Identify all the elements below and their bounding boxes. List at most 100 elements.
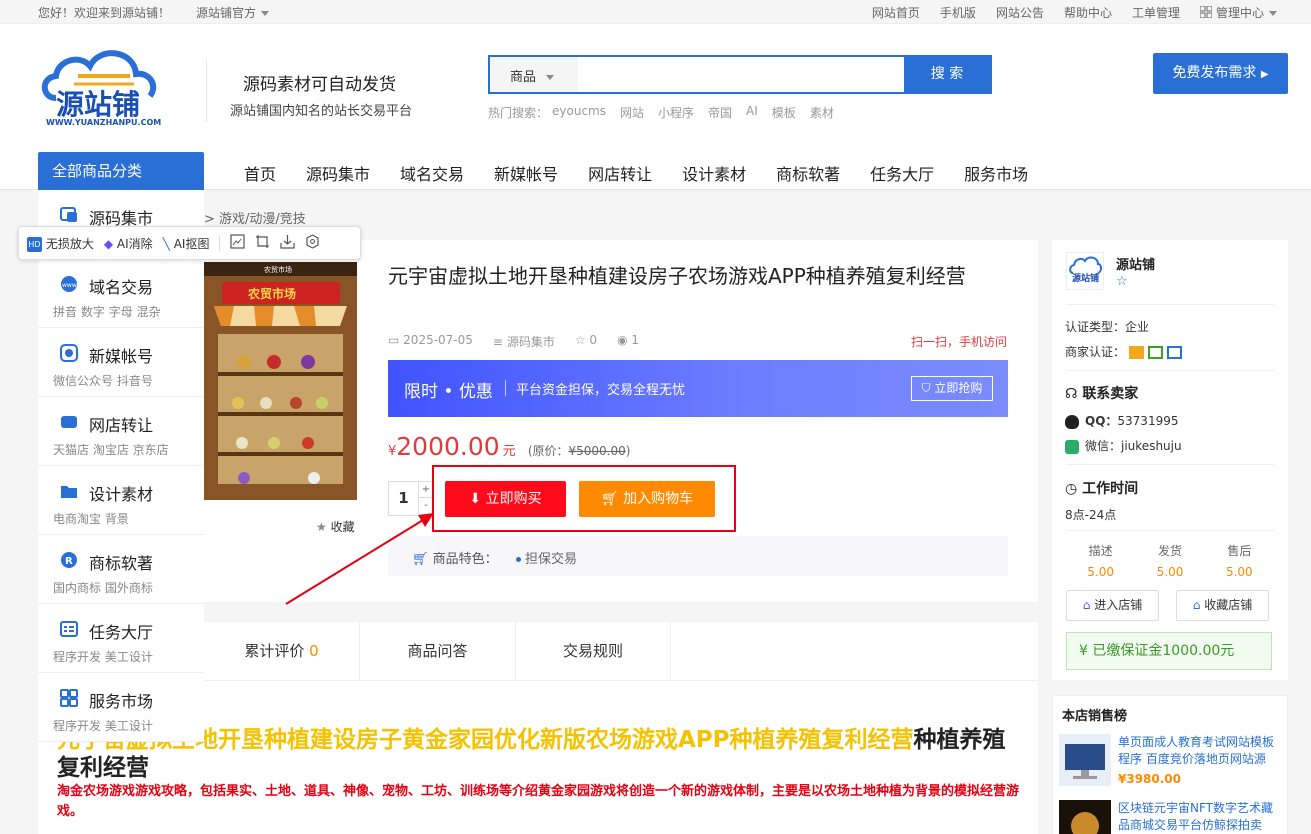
list-item[interactable]: 单页面成人教育考试网站模板程序 百度竞价落地页网站源 ¥3980.00: [1059, 734, 1283, 794]
scan-mobile-link[interactable]: 扫一扫，手机访问: [911, 333, 1007, 350]
hot-word[interactable]: 素材: [810, 104, 834, 121]
bestseller-thumbnail[interactable]: [1059, 800, 1111, 834]
top-link-mobile[interactable]: 手机版: [940, 4, 976, 21]
sidebar-item-shop-transfer[interactable]: 网店转让 天猫店 淘宝店 京东店: [38, 397, 204, 466]
settings-icon[interactable]: [305, 234, 320, 252]
top-bar: 您好！欢迎来到源站铺！ 源站铺官方 网站首页 手机版 网站公告 帮助中心 工单管…: [0, 0, 1311, 24]
hot-word[interactable]: 模板: [772, 104, 796, 121]
bestseller-thumbnail[interactable]: [1059, 734, 1111, 786]
svg-text:农贸市场: 农贸市场: [247, 286, 296, 301]
category-sidebar: 源码集市 www 域名交易 拼音 数字 字母 混杂 新媒帐号 微信公众号 抖音号…: [38, 190, 204, 742]
original-price-label: (原价：: [527, 444, 569, 458]
cert-type-value: 企业: [1125, 320, 1150, 334]
tab-reviews[interactable]: 累计评价 0: [204, 622, 360, 681]
sidebar-item-sub: 天猫店 淘宝店 京东店: [53, 443, 169, 457]
bestsellers-panel: 本店销售榜 单页面成人教育考试网站模板程序 百度竞价落地页网站源 ¥3980.0…: [1052, 695, 1288, 834]
sidebar-item-task-hall[interactable]: 任务大厅 程序开发 美工设计: [38, 604, 204, 673]
favorite-shop-button[interactable]: ⌂ 收藏店铺: [1176, 590, 1269, 621]
collect-button[interactable]: ★ 收藏: [316, 518, 355, 535]
list-item[interactable]: 区块链元宇宙NFT数字艺术藏品商城交易平台仿鲸探拍卖: [1059, 800, 1283, 834]
store-icon: ⌂: [1192, 598, 1201, 612]
hot-searches: 热门搜索： eyoucms 网站 小程序 帝国 AI 模板 素材: [488, 104, 834, 121]
sidebar-item-media-accounts[interactable]: 新媒帐号 微信公众号 抖音号: [38, 328, 204, 397]
price-row: ¥2000.00 元 (原价：¥5000.00): [388, 432, 630, 461]
enter-shop-button[interactable]: ⌂ 进入店铺: [1066, 590, 1159, 621]
crop-icon[interactable]: [255, 234, 270, 252]
all-categories-button[interactable]: 全部商品分类: [38, 152, 204, 190]
original-price-close: ): [625, 444, 631, 458]
quantity-increase[interactable]: +: [418, 482, 433, 498]
hot-word[interactable]: eyoucms: [552, 104, 606, 121]
product-image[interactable]: 农贸市场 农贸市场: [204, 262, 357, 500]
calendar-icon: ▭: [388, 333, 400, 347]
bestseller-title[interactable]: 区块链元宇宙NFT数字艺术藏品商城交易平台仿鲸探拍卖: [1118, 800, 1278, 834]
hot-word[interactable]: AI: [746, 104, 758, 121]
quantity-value[interactable]: 1: [389, 482, 418, 515]
search-input[interactable]: [578, 57, 896, 92]
nav-trademark[interactable]: 商标软著: [776, 161, 840, 185]
grid-icon: [1199, 5, 1213, 19]
quantity-decrease[interactable]: -: [418, 498, 433, 514]
nav-source-market[interactable]: 源码集市: [306, 161, 370, 185]
headset-icon: ☊: [1065, 386, 1078, 402]
sidebar-item-sub: 拼音 数字 字母 混杂: [53, 305, 161, 319]
clock-icon: ◷: [1065, 481, 1078, 497]
product-title: 元宇宙虚拟土地开垦种植建设房子农场游戏APP种植养殖复利经营: [388, 264, 966, 288]
nav-task-hall[interactable]: 任务大厅: [870, 161, 934, 185]
grid-icon: [60, 689, 78, 707]
tab-rules[interactable]: 交易规则: [516, 622, 671, 681]
features-value: 担保交易: [516, 548, 577, 567]
lossless-zoom-button[interactable]: HD 无损放大: [27, 235, 94, 252]
hot-word[interactable]: 帝国: [708, 104, 732, 121]
sidebar-item-service-market[interactable]: 服务市场 程序开发 美工设计: [38, 673, 204, 742]
top-link-tickets[interactable]: 工单管理: [1132, 4, 1180, 21]
ai-erase-button[interactable]: ◆ AI消除: [104, 235, 153, 252]
nav-media-accounts[interactable]: 新媒帐号: [494, 161, 558, 185]
nav-design[interactable]: 设计素材: [682, 161, 746, 185]
shop-logo[interactable]: 源站铺: [1066, 252, 1104, 290]
search-category-select[interactable]: 商品: [490, 57, 578, 92]
welcome-text: 您好！欢迎来到源站铺！: [38, 6, 171, 20]
eye-icon: ◉: [617, 333, 628, 347]
category-meta[interactable]: ≡ 源码集市: [493, 333, 555, 350]
qq-row[interactable]: QQ：53731995: [1065, 412, 1178, 429]
hot-word[interactable]: 小程序: [658, 104, 694, 121]
top-link-help[interactable]: 帮助中心: [1064, 4, 1112, 21]
wechat-row[interactable]: 微信：jiukeshuju: [1065, 437, 1182, 454]
nav-domains[interactable]: 域名交易: [400, 161, 464, 185]
publish-request-button[interactable]: 免费发布需求 ▶: [1153, 53, 1288, 94]
download-image-icon[interactable]: [280, 234, 296, 252]
search-button[interactable]: 搜 索: [904, 57, 990, 92]
registered-icon: R: [60, 551, 78, 569]
contact-seller-label: 联系卖家: [1082, 386, 1139, 402]
code-icon: [60, 206, 78, 224]
hot-word[interactable]: 网站: [620, 104, 644, 121]
nav-service-market[interactable]: 服务市场: [964, 161, 1028, 185]
breadcrumb[interactable]: > 游戏/动漫/竞技: [204, 208, 306, 227]
top-link-notice[interactable]: 网站公告: [996, 4, 1044, 21]
lossless-zoom-label: 无损放大: [45, 236, 94, 251]
ai-cutout-button[interactable]: ╲ AI抠图: [163, 235, 210, 252]
likes-meta[interactable]: ☆ 0: [575, 333, 597, 350]
yen-circle-icon: ¥: [1079, 643, 1088, 659]
quantity-stepper: 1 + -: [388, 481, 434, 516]
rating-label: 售后: [1227, 544, 1252, 558]
divider: [1066, 370, 1274, 371]
nav-shop-transfer[interactable]: 网店转让: [588, 161, 652, 185]
grab-now-button[interactable]: ⛉ 立即抢购: [911, 376, 993, 401]
sidebar-item-design[interactable]: 设计素材 电商淘宝 背景: [38, 466, 204, 535]
rating-value: 5.00: [1087, 565, 1115, 579]
sidebar-item-domains[interactable]: www 域名交易 拼音 数字 字母 混杂: [38, 259, 204, 328]
bestseller-price: ¥3980.00: [1118, 772, 1182, 786]
top-link-home[interactable]: 网站首页: [872, 4, 920, 21]
edit-image-icon[interactable]: [230, 234, 246, 252]
shop-name[interactable]: 源站铺: [1116, 254, 1155, 273]
bestseller-title[interactable]: 单页面成人教育考试网站模板程序 百度竞价落地页网站源: [1118, 734, 1278, 768]
site-logo[interactable]: 源站铺 WWW.YUANZHANPU.COM: [38, 46, 178, 127]
admin-center-dropdown[interactable]: 管理中心: [1199, 4, 1277, 21]
tab-questions[interactable]: 商品问答: [360, 622, 516, 681]
promo-divider: [505, 380, 506, 396]
sidebar-item-trademark[interactable]: R 商标软著 国内商标 国外商标: [38, 535, 204, 604]
official-dropdown[interactable]: 源站铺官方: [196, 4, 270, 21]
nav-home[interactable]: 首页: [244, 161, 276, 185]
